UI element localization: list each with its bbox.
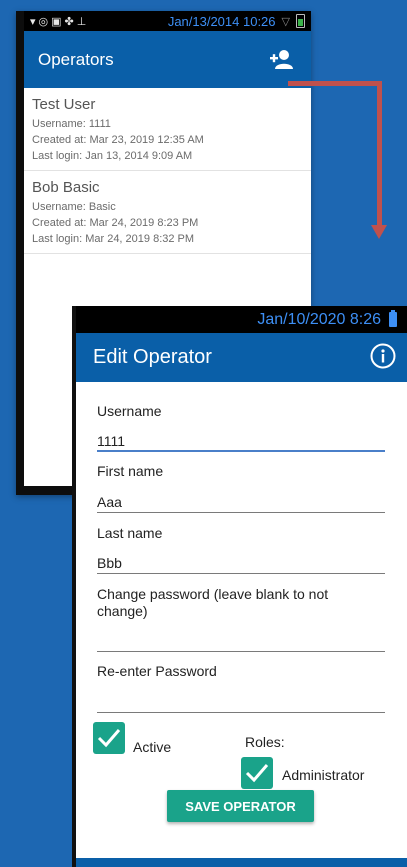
arrow-head-icon	[371, 225, 387, 239]
status-bar: Jan/10/2020 8:26	[76, 306, 407, 333]
administrator-label: Administrator	[282, 767, 365, 783]
operator-created: Created at: Mar 24, 2019 8:23 PM	[32, 217, 199, 229]
status-time: Jan/13/2014 10:26	[167, 13, 276, 29]
status-bar: ▾◎▣✤⊥ Jan/13/2014 10:26 ▽	[24, 11, 311, 31]
last-name-underline	[97, 573, 385, 574]
page-title: Edit Operator	[93, 346, 212, 368]
app-bar: Operators	[24, 31, 311, 88]
status-icons: ▾◎▣✤⊥	[30, 15, 90, 28]
operator-last-login: Last login: Jan 13, 2014 9:09 AM	[32, 150, 193, 162]
last-name-field[interactable]: Bbb	[97, 555, 122, 571]
list-item[interactable]: Test User Username: 1111 Created at: Mar…	[24, 88, 311, 171]
info-icon[interactable]	[370, 343, 396, 369]
operator-username: Username: Basic	[32, 201, 116, 213]
checkmark-icon	[97, 729, 121, 748]
checkmark-icon	[245, 764, 269, 783]
app-bar: Edit Operator	[76, 333, 407, 382]
password-label: Change password (leave blank to not chan…	[97, 586, 329, 619]
list-item[interactable]: Bob Basic Username: Basic Created at: Ma…	[24, 171, 311, 254]
reenter-password-underline	[97, 712, 385, 713]
active-checkbox[interactable]	[93, 722, 125, 754]
operator-created: Created at: Mar 23, 2019 12:35 AM	[32, 134, 204, 146]
page-title: Operators	[38, 49, 114, 69]
edit-operator-screen: Jan/10/2020 8:26 Edit Operator Username …	[72, 306, 407, 867]
operator-last-login: Last login: Mar 24, 2019 8:32 PM	[32, 233, 195, 245]
password-field[interactable]	[97, 632, 385, 649]
battery-icon	[296, 14, 305, 28]
administrator-checkbox[interactable]	[241, 757, 273, 789]
add-person-icon[interactable]	[267, 49, 295, 74]
signal-icon: ▽	[281, 15, 290, 28]
bottom-bar	[76, 858, 407, 867]
first-name-label: First name	[97, 463, 164, 479]
password-underline	[97, 651, 385, 652]
username-field[interactable]: 1111	[97, 433, 125, 449]
first-name-field[interactable]: Aaa	[97, 494, 122, 510]
save-operator-button[interactable]: SAVE OPERATOR	[167, 790, 314, 822]
username-underline	[97, 450, 385, 452]
username-label: Username	[97, 403, 162, 419]
arrow-connector	[288, 81, 382, 86]
operator-name: Test User	[32, 96, 96, 113]
battery-icon	[389, 310, 397, 327]
operator-name: Bob Basic	[32, 179, 100, 196]
status-time: Jan/10/2020 8:26	[257, 310, 381, 328]
operator-username: Username: 1111	[32, 118, 111, 130]
edit-form: Username 1111 First name Aaa Last name B…	[76, 382, 407, 858]
reenter-password-label: Re-enter Password	[97, 663, 217, 679]
first-name-underline	[97, 512, 385, 513]
arrow-connector	[377, 81, 382, 227]
reenter-password-field[interactable]	[97, 692, 385, 709]
last-name-label: Last name	[97, 525, 163, 541]
roles-label: Roles:	[245, 734, 285, 750]
active-label: Active	[133, 739, 172, 755]
